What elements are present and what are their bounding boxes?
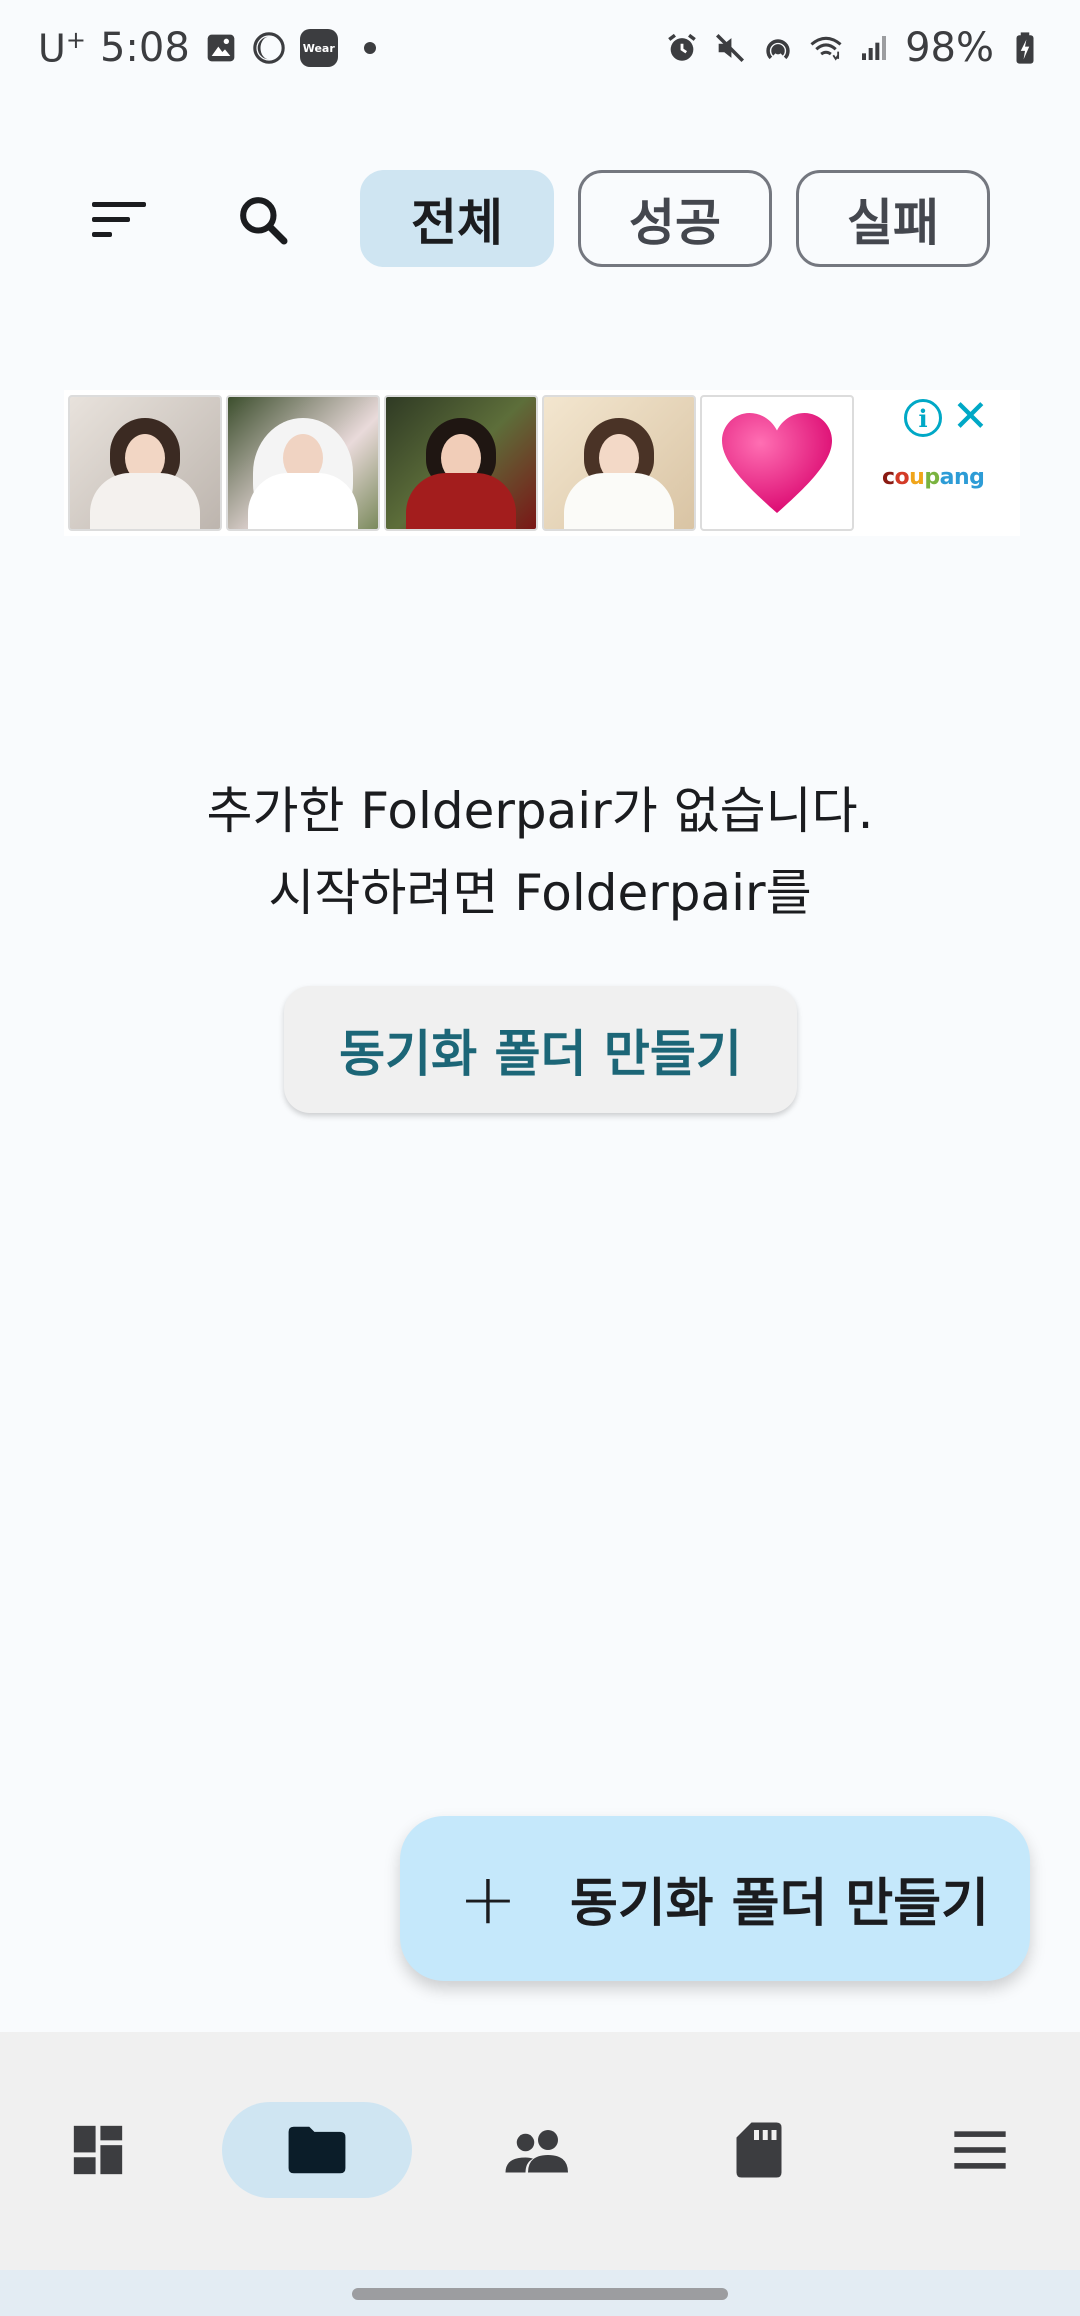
ad-brand-logo: coupang — [882, 465, 985, 490]
menu-icon — [954, 2131, 1006, 2169]
filter-chip-fail[interactable]: 실패 — [796, 170, 990, 267]
folder-icon — [288, 2126, 346, 2174]
nav-accounts[interactable] — [443, 2102, 633, 2198]
filter-chip-more[interactable] — [1014, 170, 1080, 267]
status-bar: U+ 5:08 Wear 98% — [0, 0, 1080, 96]
ad-controls: i ✕ coupang — [864, 395, 994, 531]
battery-percent: 98% — [905, 25, 994, 71]
search-icon[interactable] — [218, 175, 308, 265]
nav-storage[interactable] — [664, 2102, 854, 2198]
status-left: U+ 5:08 Wear — [38, 25, 376, 71]
bottom-nav — [0, 2032, 1080, 2270]
heart-icon[interactable] — [700, 395, 854, 531]
status-right: 98% — [665, 25, 1042, 71]
ad-banner[interactable]: i ✕ coupang — [64, 390, 1020, 536]
wifi-icon — [809, 31, 843, 65]
create-sync-folder-fab[interactable]: + 동기화 폴더 만들기 — [400, 1816, 1030, 1981]
clock: 5:08 — [99, 25, 190, 71]
plus-icon: + — [458, 1857, 518, 1940]
dashboard-icon — [73, 2125, 123, 2175]
create-sync-folder-button[interactable]: 동기화 폴더 만들기 — [284, 986, 797, 1113]
gallery-icon — [204, 31, 238, 65]
ad-close-icon[interactable]: ✕ — [952, 395, 989, 439]
ad-image[interactable] — [226, 395, 380, 531]
people-icon — [505, 2130, 568, 2173]
notification-dot — [363, 42, 376, 54]
carrier-label: U+ — [38, 25, 86, 71]
filter-chip-all[interactable]: 전체 — [360, 170, 554, 267]
nav-folders[interactable] — [222, 2102, 412, 2198]
do-not-disturb-icon — [252, 31, 286, 65]
sort-icon[interactable] — [75, 175, 165, 265]
alarm-icon — [665, 31, 699, 65]
nav-dashboard[interactable] — [3, 2102, 193, 2198]
wear-icon: Wear — [299, 29, 338, 67]
sd-card-icon — [736, 2122, 782, 2178]
ad-image[interactable] — [384, 395, 538, 531]
filter-chip-success[interactable]: 성공 — [578, 170, 772, 267]
nav-menu[interactable] — [885, 2102, 1075, 2198]
ad-image[interactable] — [68, 395, 222, 531]
ad-info-icon[interactable]: i — [904, 399, 942, 437]
battery-charging-icon — [1008, 31, 1042, 65]
home-gesture-bar[interactable] — [352, 2288, 728, 2300]
ad-image[interactable] — [542, 395, 696, 531]
mute-icon — [713, 31, 747, 65]
empty-state-message: 추가한 Folderpair가 없습니다. 시작하려면 Folderpair를 — [0, 770, 1080, 934]
empty-state-line-2: 시작하려면 Folderpair를 — [268, 864, 812, 922]
signal-icon — [857, 31, 891, 65]
empty-state-line-1: 추가한 Folderpair가 없습니다. — [206, 782, 874, 840]
hotspot-icon — [761, 31, 795, 65]
filter-bar: 전체 성공 실패 — [0, 170, 1080, 270]
fab-label: 동기화 폴더 만들기 — [570, 1874, 989, 1934]
